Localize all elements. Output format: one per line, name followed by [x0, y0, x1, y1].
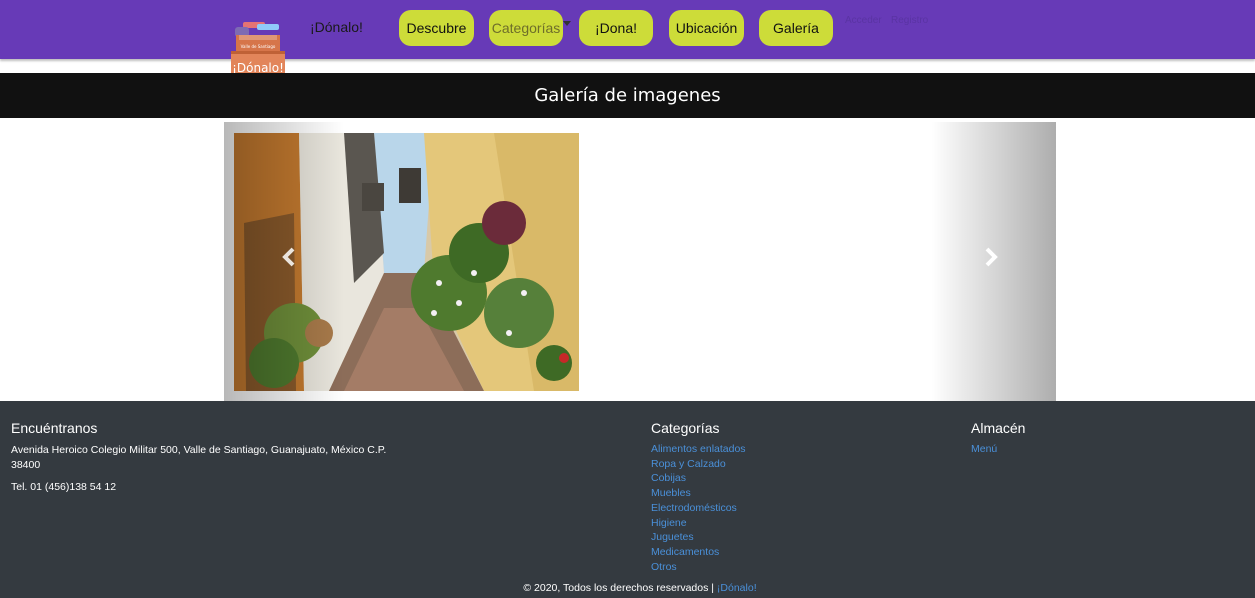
nav-categorias[interactable]: Categorías	[489, 10, 563, 46]
chevron-left-icon[interactable]	[274, 242, 304, 272]
nav-dona[interactable]: ¡Dona!	[579, 10, 653, 46]
nav-galeria[interactable]: Galería	[759, 10, 833, 46]
brand-link[interactable]: ¡Dónalo!	[310, 19, 363, 35]
gallery-title: Galería de imagenes	[0, 73, 1255, 118]
image-carousel[interactable]	[224, 122, 1056, 401]
category-link[interactable]: Ropa y Calzado	[651, 457, 746, 472]
menu-link[interactable]: Menú	[971, 442, 997, 457]
nav-ubicacion[interactable]: Ubicación	[669, 10, 744, 46]
category-link[interactable]: Juguetes	[651, 530, 746, 545]
warehouse-list: Menú	[971, 442, 997, 457]
register-link[interactable]: Registro	[891, 15, 928, 26]
phone-text: Tel. 01 (456)138 54 12	[11, 481, 117, 493]
copyright-brand-link[interactable]: ¡Dónalo!	[717, 582, 757, 594]
category-link[interactable]: Alimentos enlatados	[651, 442, 746, 457]
categories-heading: Categorías	[651, 420, 720, 436]
site-footer: Encuéntranos Avenida Heroico Colegio Mil…	[0, 401, 1255, 598]
copyright-text: © 2020, Todos los derechos reservados |	[523, 582, 714, 594]
warehouse-heading: Almacén	[971, 420, 1026, 436]
address-text: Avenida Heroico Colegio Militar 500, Val…	[11, 444, 387, 471]
category-link[interactable]: Otros	[651, 560, 746, 575]
navbar: ¡Dónalo! Valle de Santiago ¡Dónalo! Desc…	[0, 0, 1255, 80]
chevron-right-icon[interactable]	[976, 242, 1006, 272]
nav-descubre[interactable]: Descubre	[399, 10, 474, 46]
logo-top-text: Valle de Santiago	[241, 44, 276, 49]
category-link[interactable]: Muebles	[651, 486, 746, 501]
login-link[interactable]: Acceder	[845, 15, 882, 26]
find-us-heading: Encuéntranos	[11, 420, 98, 436]
category-link[interactable]: Higiene	[651, 516, 746, 531]
categories-list: Alimentos enlatados Ropa y Calzado Cobij…	[651, 442, 746, 574]
category-link[interactable]: Cobijas	[651, 471, 746, 486]
caret-down-icon[interactable]	[563, 21, 571, 26]
copyright: © 2020, Todos los derechos reservados | …	[0, 582, 1255, 594]
category-link[interactable]: Electrodomésticos	[651, 501, 746, 516]
donalo-logo[interactable]: ¡Dónalo! Valle de Santiago	[231, 22, 285, 80]
category-link[interactable]: Medicamentos	[651, 545, 746, 560]
